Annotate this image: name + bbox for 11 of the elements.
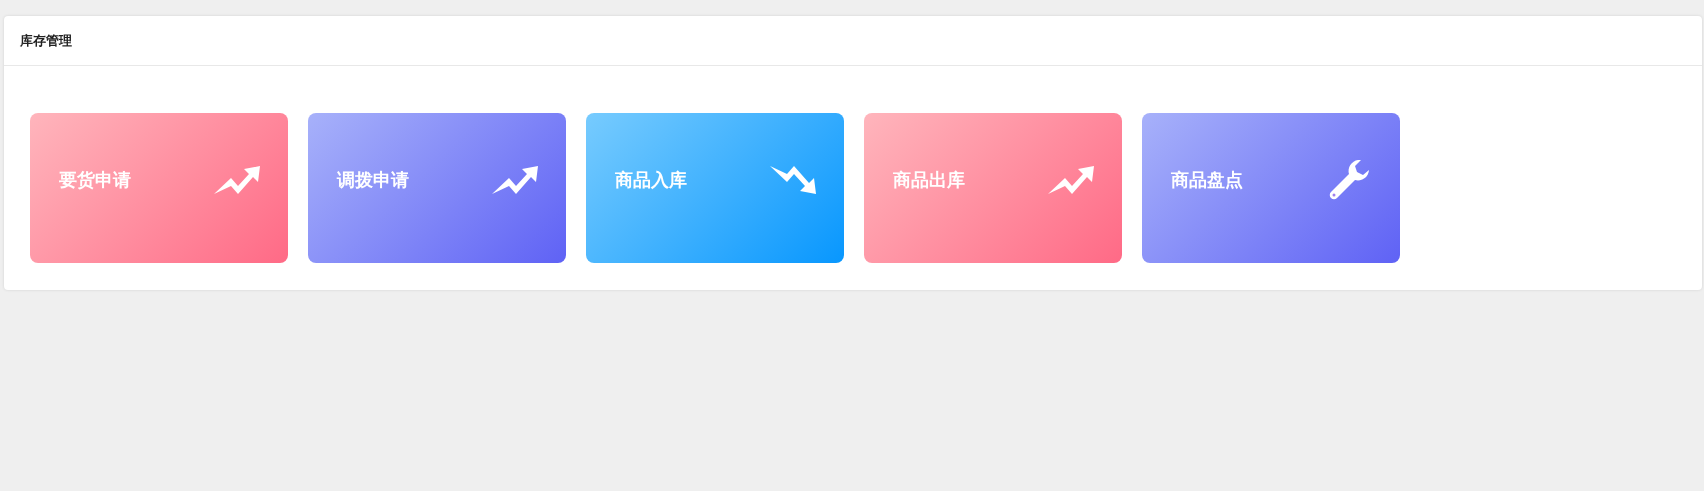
shortcut-card[interactable]: 商品出库 — [864, 113, 1122, 263]
shortcut-card[interactable]: 商品入库 — [586, 113, 844, 263]
shortcut-card[interactable]: 调拨申请 — [308, 113, 566, 263]
shortcut-card[interactable]: 要货申请 — [30, 113, 288, 263]
trend-up-icon — [214, 166, 260, 194]
trend-up-icon — [1048, 166, 1094, 194]
trend-up-icon — [492, 166, 538, 194]
wrench-icon — [1328, 158, 1372, 202]
panel-title: 库存管理 — [20, 31, 72, 50]
trend-down-icon — [770, 166, 816, 194]
shortcut-card[interactable]: 商品盘点 — [1142, 113, 1400, 263]
